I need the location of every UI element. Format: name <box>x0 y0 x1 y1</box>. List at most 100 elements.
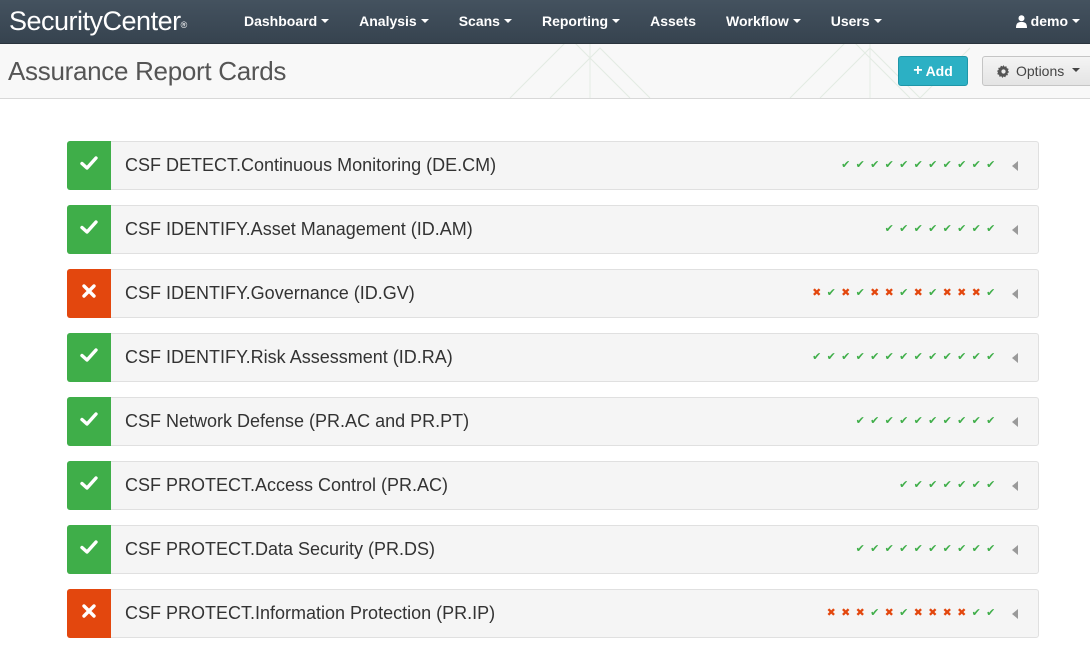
history-cross-icon: ✖ <box>855 607 865 619</box>
history-check-icon: ✔ <box>957 479 967 491</box>
chevron-down-icon <box>1072 18 1080 23</box>
add-button[interactable]: + Add <box>898 56 968 86</box>
history-check-icon: ✔ <box>986 543 996 555</box>
chevron-left-icon[interactable] <box>1012 161 1018 171</box>
status-history: ✖ ✔ ✖ ✔ ✖ ✖ ✔ ✖ ✔ ✖ ✖ ✖ ✔ <box>810 270 999 317</box>
chevron-left-icon[interactable] <box>1012 289 1018 299</box>
history-check-icon: ✔ <box>957 543 967 555</box>
close-icon <box>79 601 99 626</box>
options-button[interactable]: Options <box>982 56 1090 86</box>
history-check-icon: ✔ <box>942 479 952 491</box>
history-check-icon: ✔ <box>870 159 880 171</box>
history-check-icon: ✔ <box>884 543 894 555</box>
report-card-title: CSF IDENTIFY.Governance (ID.GV) <box>125 283 415 303</box>
nav-item-analysis[interactable]: Analysis <box>344 0 444 43</box>
history-check-icon: ✔ <box>884 159 894 171</box>
history-cross-icon: ✖ <box>957 287 967 299</box>
nav-item-users[interactable]: Users <box>816 0 897 43</box>
history-check-icon: ✔ <box>971 415 981 427</box>
history-check-icon: ✔ <box>942 159 952 171</box>
report-card-title: CSF Network Defense (PR.AC and PR.PT) <box>125 411 470 431</box>
options-button-label: Options <box>1016 63 1065 79</box>
report-card-title: CSF PROTECT.Information Protection (PR.I… <box>125 603 496 623</box>
report-card-title: CSF IDENTIFY.Asset Management (ID.AM) <box>125 219 473 239</box>
status-history: ✔ ✔ ✔ ✔ ✔ ✔ ✔ <box>897 462 999 509</box>
add-button-label: Add <box>925 63 953 79</box>
nav-item-dashboard[interactable]: Dashboard <box>229 0 344 43</box>
history-cross-icon: ✖ <box>841 287 851 299</box>
history-check-icon: ✔ <box>855 351 865 363</box>
history-check-icon: ✔ <box>855 159 865 171</box>
user-menu[interactable]: demo <box>1015 0 1080 43</box>
report-card[interactable]: CSF PROTECT.Data Security (PR.DS) ✔ ✔ ✔ ✔ ✔ ✔ ✔… <box>67 525 1039 574</box>
history-check-icon: ✔ <box>899 543 909 555</box>
chevron-left-icon[interactable] <box>1012 417 1018 427</box>
history-cross-icon: ✖ <box>942 287 952 299</box>
history-check-icon: ✔ <box>942 223 952 235</box>
history-check-icon: ✔ <box>855 543 865 555</box>
check-icon <box>79 537 99 562</box>
history-cross-icon: ✖ <box>928 607 938 619</box>
nav-item-assets[interactable]: Assets <box>635 0 711 43</box>
status-pass-badge <box>67 525 111 574</box>
report-card[interactable]: CSF IDENTIFY.Governance (ID.GV) ✖ ✔ ✖ ✔ ✖ ✖ ✔ ✖ ✔… <box>67 269 1039 318</box>
history-cross-icon: ✖ <box>971 287 981 299</box>
main-nav: Dashboard Analysis Scans Reporting Assets Wor… <box>229 0 897 43</box>
history-check-icon: ✔ <box>899 351 909 363</box>
nav-item-scans[interactable]: Scans <box>444 0 527 43</box>
report-card-title: CSF PROTECT.Access Control (PR.AC) <box>125 475 449 495</box>
history-cross-icon: ✖ <box>841 607 851 619</box>
nav-item-workflow[interactable]: Workflow <box>711 0 816 43</box>
history-check-icon: ✔ <box>986 607 996 619</box>
report-card[interactable]: CSF IDENTIFY.Risk Assessment (ID.RA) ✔ ✔ ✔ ✔… <box>67 333 1039 382</box>
page-title: Assurance Report Cards <box>8 56 287 86</box>
status-history: ✔ ✔ ✔ ✔ ✔ ✔ ✔ ✔ ✔ ✔ <box>853 398 998 445</box>
history-check-icon: ✔ <box>957 159 967 171</box>
status-pass-badge <box>67 333 111 382</box>
nav-item-reporting[interactable]: Reporting <box>527 0 635 43</box>
report-card[interactable]: CSF DETECT.Continuous Monitoring (DE.CM)… <box>67 141 1039 190</box>
nav-item-label: Reporting <box>541 13 609 29</box>
chevron-left-icon[interactable] <box>1012 353 1018 363</box>
history-check-icon: ✔ <box>826 351 836 363</box>
history-check-icon: ✔ <box>971 351 981 363</box>
report-card[interactable]: CSF PROTECT.Access Control (PR.AC) ✔ ✔ ✔ ✔ ✔ ✔… <box>67 461 1039 510</box>
chevron-left-icon[interactable] <box>1012 225 1018 235</box>
check-icon <box>79 345 99 370</box>
report-card[interactable]: CSF IDENTIFY.Asset Management (ID.AM) ✔ ✔ ✔… <box>67 205 1039 254</box>
history-check-icon: ✔ <box>986 159 996 171</box>
history-check-icon: ✔ <box>928 415 938 427</box>
brand-logo[interactable]: SecurityCenter® <box>0 0 229 43</box>
report-card[interactable]: CSF PROTECT.Information Protection (PR.I… <box>67 589 1039 638</box>
history-check-icon: ✔ <box>986 287 996 299</box>
chevron-left-icon[interactable] <box>1012 481 1018 491</box>
history-check-icon: ✔ <box>884 351 894 363</box>
history-check-icon: ✔ <box>855 287 865 299</box>
report-card-title: CSF DETECT.Continuous Monitoring (DE.CM) <box>125 155 497 175</box>
history-check-icon: ✔ <box>942 543 952 555</box>
gear-icon <box>997 64 1010 78</box>
history-check-icon: ✔ <box>957 223 967 235</box>
status-fail-badge <box>67 269 111 318</box>
nav-item-label: Dashboard <box>244 13 318 29</box>
nav-item-label: Users <box>830 13 870 29</box>
history-check-icon: ✔ <box>928 287 938 299</box>
history-check-icon: ✔ <box>971 479 981 491</box>
history-check-icon: ✔ <box>913 479 923 491</box>
check-icon <box>79 217 99 242</box>
page-header: Assurance Report Cards + Add Options <box>0 44 1090 99</box>
history-check-icon: ✔ <box>957 415 967 427</box>
report-card[interactable]: CSF Network Defense (PR.AC and PR.PT) ✔ ✔ ✔… <box>67 397 1039 446</box>
history-cross-icon: ✖ <box>957 607 967 619</box>
history-cross-icon: ✖ <box>913 287 923 299</box>
history-check-icon: ✔ <box>841 351 851 363</box>
chevron-left-icon[interactable] <box>1012 545 1018 555</box>
check-icon <box>79 409 99 434</box>
history-cross-icon: ✖ <box>870 287 880 299</box>
history-check-icon: ✔ <box>928 479 938 491</box>
chevron-down-icon <box>420 19 429 24</box>
top-navbar: SecurityCenter® Dashboard Analysis Scans Re… <box>0 0 1090 44</box>
chevron-left-icon[interactable] <box>1012 609 1018 619</box>
history-check-icon: ✔ <box>971 607 981 619</box>
history-check-icon: ✔ <box>971 543 981 555</box>
